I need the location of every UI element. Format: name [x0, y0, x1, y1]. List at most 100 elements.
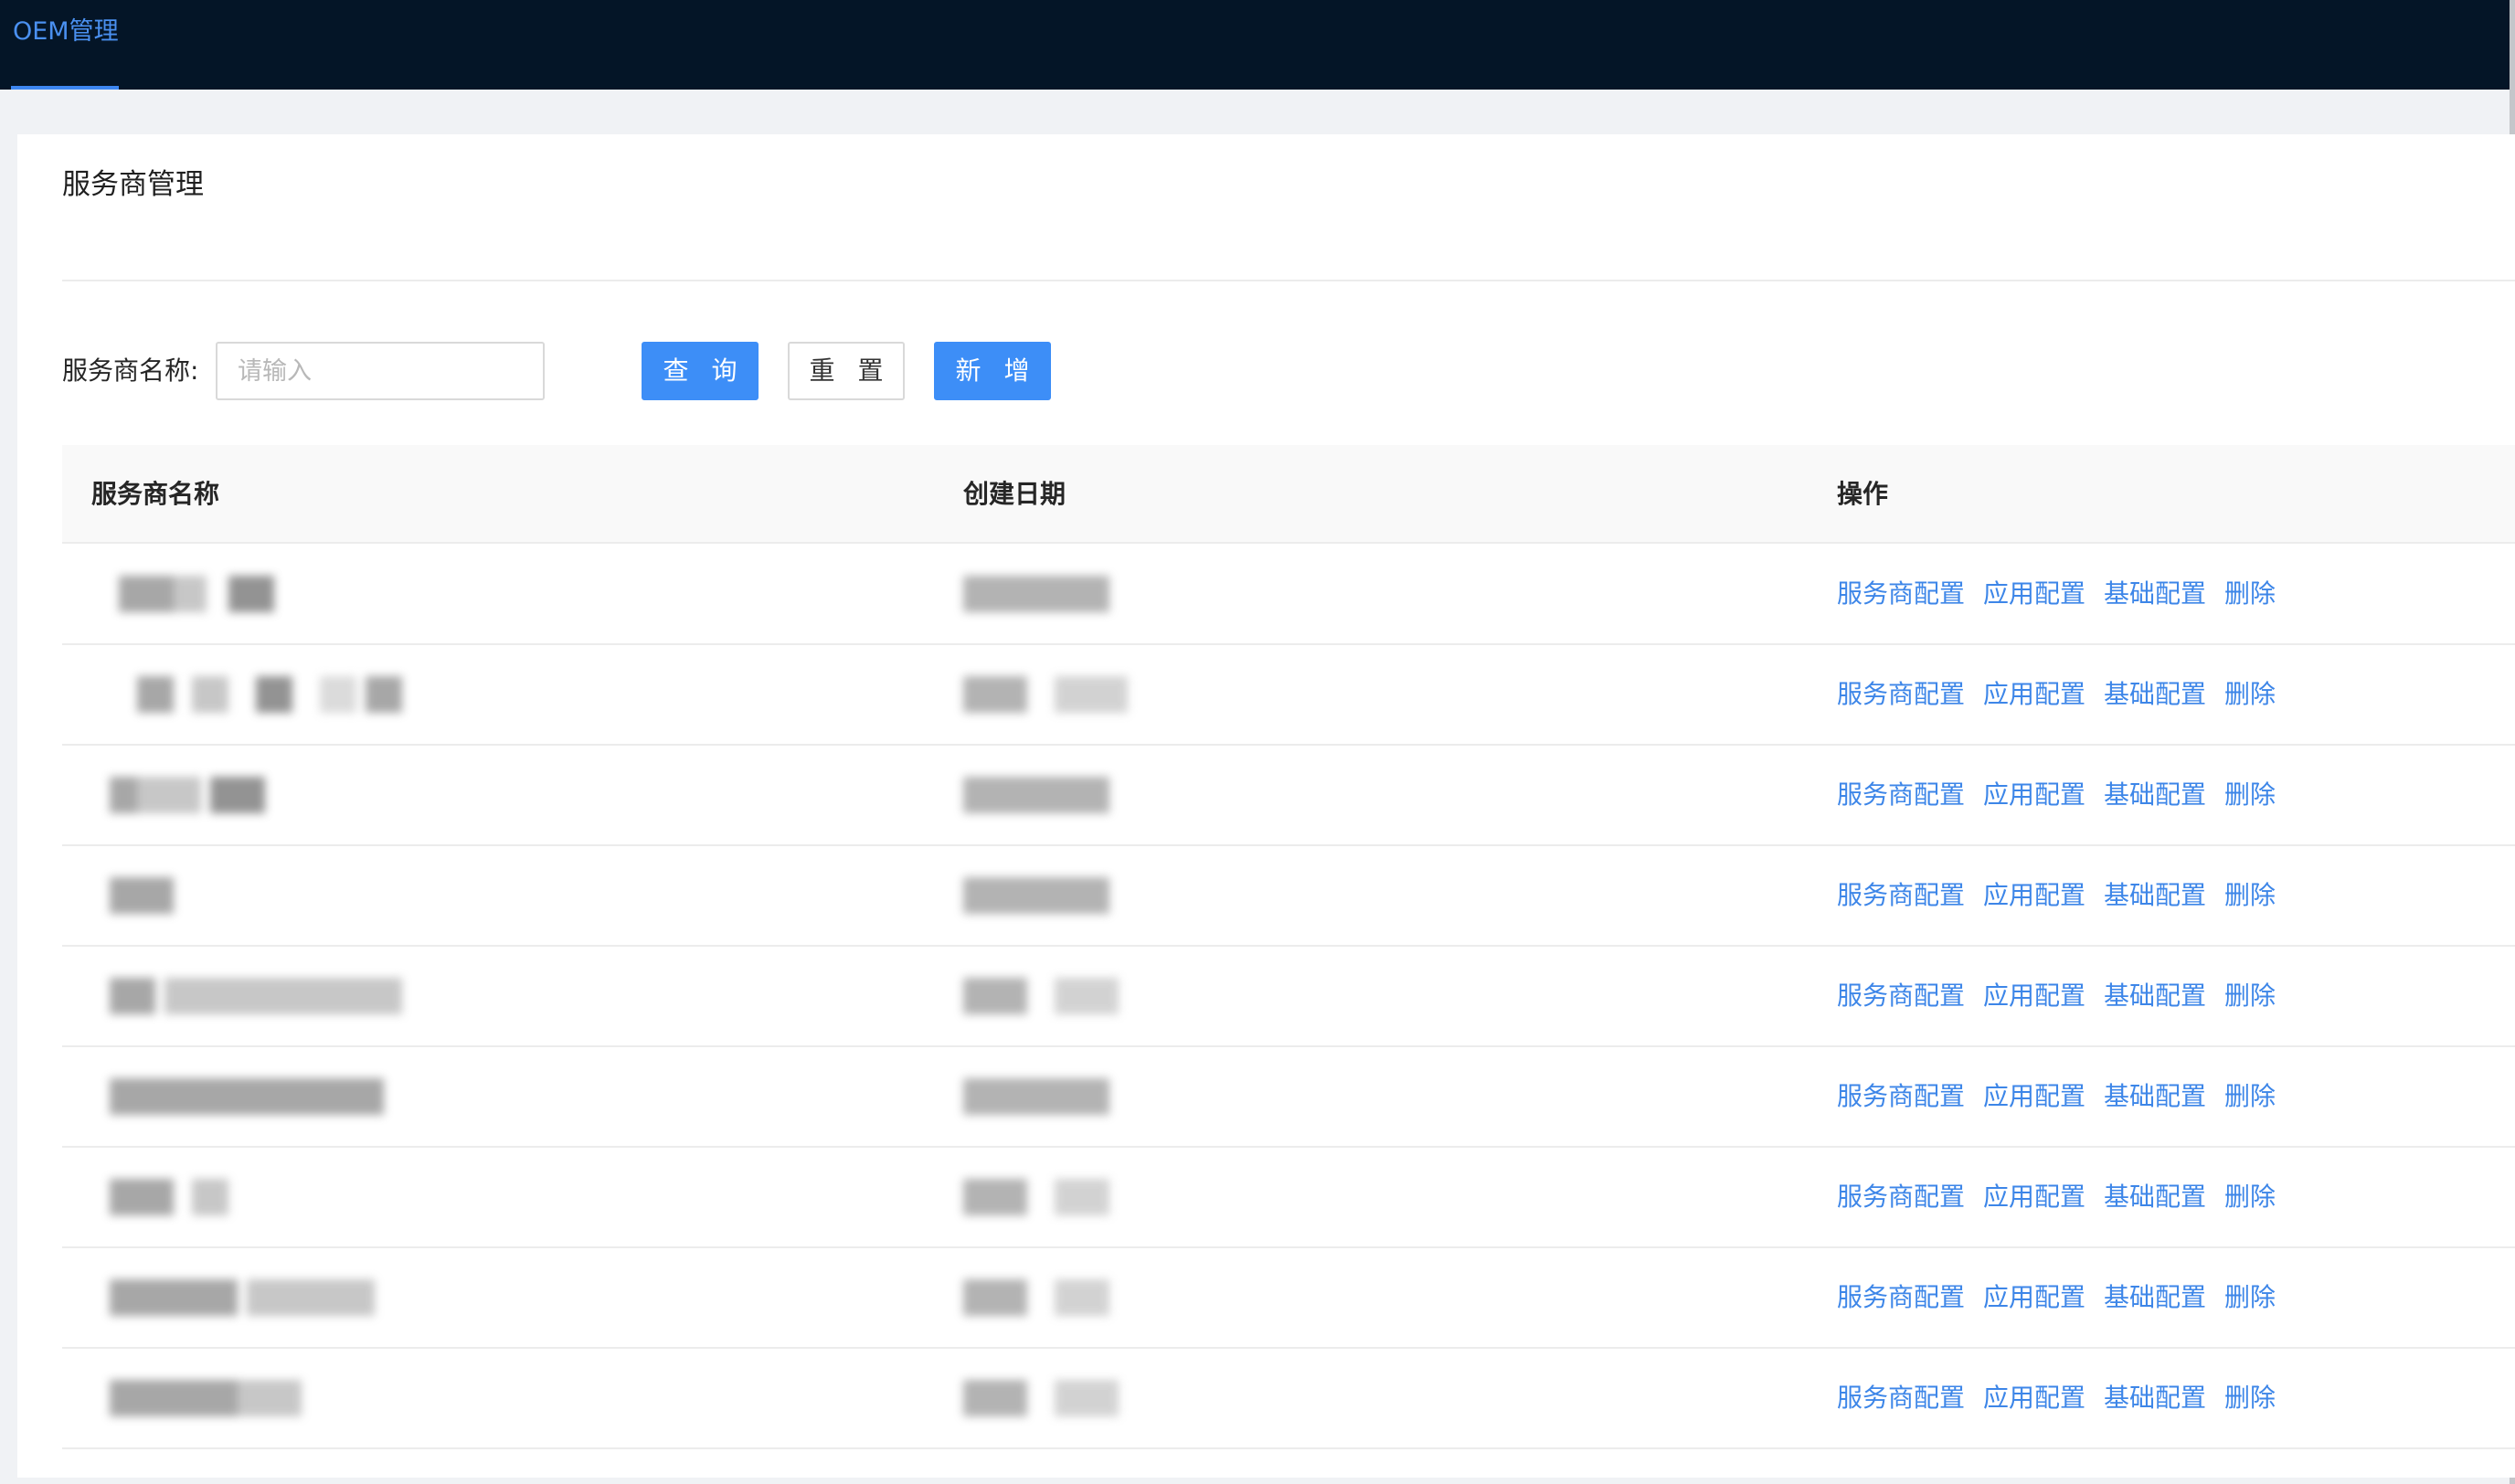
provider-config-link[interactable]: 服务商配置: [1837, 880, 1965, 910]
app-config-link[interactable]: 应用配置: [1983, 779, 2085, 810]
provider-config-link[interactable]: 服务商配置: [1837, 679, 1965, 709]
created-date-cell: [963, 645, 1183, 744]
row-actions: 服务商配置 应用配置 基础配置 删除: [1837, 1047, 2294, 1146]
app-config-link[interactable]: 应用配置: [1983, 578, 2085, 609]
redacted-mosaic: [110, 1179, 174, 1215]
row-actions: 服务商配置 应用配置 基础配置 删除: [1837, 947, 2294, 1045]
redacted-mosaic: [119, 576, 174, 612]
basic-config-link[interactable]: 基础配置: [2104, 1282, 2206, 1312]
redacted-mosaic: [137, 676, 174, 713]
redacted-mosaic: [164, 978, 402, 1014]
created-date-cell: [963, 1047, 1183, 1146]
delete-link[interactable]: 删除: [2224, 1383, 2276, 1413]
provider-config-link[interactable]: 服务商配置: [1837, 1282, 1965, 1312]
query-button[interactable]: 查 询: [642, 342, 759, 400]
delete-link[interactable]: 删除: [2224, 679, 2276, 709]
provider-name-cell: [91, 746, 457, 844]
delete-link[interactable]: 删除: [2224, 1282, 2276, 1312]
delete-link[interactable]: 删除: [2224, 779, 2276, 810]
delete-link[interactable]: 删除: [2224, 880, 2276, 910]
basic-config-link[interactable]: 基础配置: [2104, 980, 2206, 1011]
redacted-mosaic: [110, 1078, 384, 1115]
redacted-mosaic: [110, 1279, 238, 1316]
redacted-mosaic: [1055, 978, 1119, 1014]
add-button[interactable]: 新 增: [934, 342, 1051, 400]
created-date-cell: [963, 1248, 1183, 1347]
redacted-mosaic: [110, 1380, 238, 1416]
basic-config-link[interactable]: 基础配置: [2104, 880, 2206, 910]
active-tab-indicator: [11, 86, 119, 90]
provider-config-link[interactable]: 服务商配置: [1837, 1182, 1965, 1212]
title-divider: [62, 280, 2515, 281]
basic-config-link[interactable]: 基础配置: [2104, 1182, 2206, 1212]
redacted-mosaic: [256, 676, 292, 713]
redacted-mosaic: [963, 576, 1109, 612]
redacted-mosaic: [963, 1279, 1027, 1316]
basic-config-link[interactable]: 基础配置: [2104, 1081, 2206, 1111]
app-config-link[interactable]: 应用配置: [1983, 679, 2085, 709]
redacted-mosaic: [110, 877, 174, 914]
column-header-operations: 操作: [1837, 479, 1889, 509]
redacted-mosaic: [228, 576, 274, 612]
provider-name-input[interactable]: [216, 342, 545, 400]
redacted-mosaic: [366, 676, 402, 713]
row-actions: 服务商配置 应用配置 基础配置 删除: [1837, 846, 2294, 945]
provider-config-link[interactable]: 服务商配置: [1837, 578, 1965, 609]
redacted-mosaic: [963, 978, 1027, 1014]
table-row: 服务商配置 应用配置 基础配置 删除: [62, 1047, 2515, 1148]
provider-config-link[interactable]: 服务商配置: [1837, 779, 1965, 810]
row-actions: 服务商配置 应用配置 基础配置 删除: [1837, 545, 2294, 643]
basic-config-link[interactable]: 基础配置: [2104, 1383, 2206, 1413]
table-row: 服务商配置 应用配置 基础配置 删除: [62, 1148, 2515, 1248]
app-config-link[interactable]: 应用配置: [1983, 1182, 2085, 1212]
reset-button[interactable]: 重 置: [788, 342, 905, 400]
table-row: 服务商配置 应用配置 基础配置 删除: [62, 645, 2515, 746]
table-row: 服务商配置 应用配置 基础配置 删除: [62, 1248, 2515, 1349]
provider-name-cell: [91, 846, 457, 945]
table-row: 服务商配置 应用配置 基础配置 删除: [62, 545, 2515, 645]
redacted-mosaic: [963, 877, 1109, 914]
row-actions: 服务商配置 应用配置 基础配置 删除: [1837, 645, 2294, 744]
redacted-mosaic: [192, 1179, 228, 1215]
provider-name-cell: [91, 1047, 457, 1146]
tab-oem-management[interactable]: OEM管理: [11, 0, 119, 90]
delete-link[interactable]: 删除: [2224, 578, 2276, 609]
redacted-mosaic: [192, 676, 228, 713]
provider-name-cell: [91, 1248, 457, 1347]
provider-config-link[interactable]: 服务商配置: [1837, 1081, 1965, 1111]
redacted-mosaic: [1055, 1279, 1109, 1316]
redacted-mosaic: [1055, 676, 1128, 713]
app-config-link[interactable]: 应用配置: [1983, 1282, 2085, 1312]
row-actions: 服务商配置 应用配置 基础配置 删除: [1837, 1148, 2294, 1246]
app-config-link[interactable]: 应用配置: [1983, 1383, 2085, 1413]
created-date-cell: [963, 746, 1183, 844]
provider-config-link[interactable]: 服务商配置: [1837, 1383, 1965, 1413]
provider-name-cell: [91, 1349, 457, 1447]
basic-config-link[interactable]: 基础配置: [2104, 679, 2206, 709]
table-row: 服务商配置 应用配置 基础配置 删除: [62, 746, 2515, 846]
app-config-link[interactable]: 应用配置: [1983, 1081, 2085, 1111]
app-config-link[interactable]: 应用配置: [1983, 880, 2085, 910]
delete-link[interactable]: 删除: [2224, 1081, 2276, 1111]
redacted-mosaic: [1055, 1380, 1119, 1416]
redacted-mosaic: [137, 777, 201, 813]
provider-name-cell: [91, 947, 457, 1045]
provider-name-cell: [91, 645, 457, 744]
redacted-mosaic: [247, 1279, 375, 1316]
basic-config-link[interactable]: 基础配置: [2104, 578, 2206, 609]
provider-name-cell: [91, 545, 457, 643]
redacted-mosaic: [963, 777, 1109, 813]
delete-link[interactable]: 删除: [2224, 1182, 2276, 1212]
redacted-mosaic: [963, 1078, 1109, 1115]
redacted-mosaic: [1055, 1179, 1109, 1215]
redacted-mosaic: [238, 1380, 302, 1416]
table-header: 服务商名称 创建日期 操作: [62, 445, 2515, 544]
table-row: 服务商配置 应用配置 基础配置 删除: [62, 846, 2515, 947]
redacted-mosaic: [963, 1380, 1027, 1416]
app-config-link[interactable]: 应用配置: [1983, 980, 2085, 1011]
delete-link[interactable]: 删除: [2224, 980, 2276, 1011]
provider-config-link[interactable]: 服务商配置: [1837, 980, 1965, 1011]
created-date-cell: [963, 846, 1183, 945]
basic-config-link[interactable]: 基础配置: [2104, 779, 2206, 810]
redacted-mosaic: [320, 676, 356, 713]
